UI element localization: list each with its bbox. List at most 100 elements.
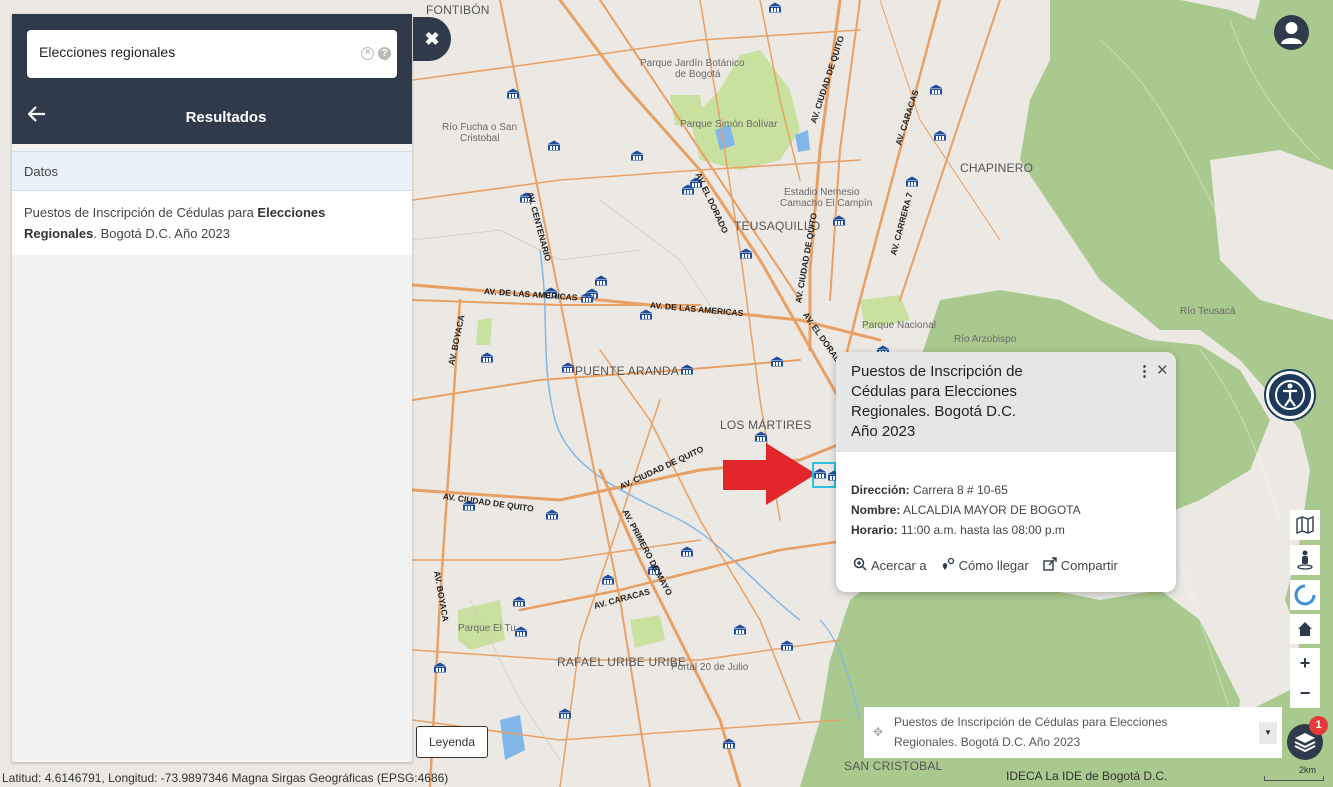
field-label: Dirección: bbox=[851, 483, 910, 497]
polling-station-icon[interactable] bbox=[594, 275, 608, 287]
polling-station-icon[interactable] bbox=[739, 248, 753, 260]
place-label: Cristobal bbox=[460, 133, 500, 144]
place-label: Parque El Tu bbox=[458, 623, 516, 634]
directions-button[interactable]: Cómo llegar bbox=[941, 557, 1029, 574]
active-layer-label: Puestos de Inscripción de Cédulas para E… bbox=[894, 715, 1168, 749]
place-label: Parque Simón Bolívar bbox=[680, 119, 778, 130]
polling-station-icon[interactable] bbox=[545, 509, 559, 521]
popup-header: Puestos de Inscripción de Cédulas para E… bbox=[836, 352, 1176, 452]
home-icon[interactable] bbox=[1290, 614, 1320, 644]
polling-station-icon[interactable] bbox=[680, 546, 694, 558]
zoom-to-button[interactable]: Acercar a bbox=[853, 557, 927, 574]
attribution-text: IDECA La IDE de Bogotá D.C. bbox=[1006, 769, 1168, 783]
field-label: Nombre: bbox=[851, 503, 901, 517]
polling-station-icon[interactable] bbox=[754, 431, 768, 443]
result-item[interactable]: Puestos de Inscripción de Cédulas para E… bbox=[12, 191, 412, 255]
polling-station-icon[interactable] bbox=[905, 176, 919, 188]
district-label-san-cristobal: SAN CRISTOBAL bbox=[844, 759, 943, 773]
basemap-map-icon[interactable] bbox=[1290, 510, 1320, 540]
place-label: Río Fucha o San bbox=[442, 122, 518, 133]
polling-station-icon[interactable] bbox=[480, 352, 494, 364]
polling-station-icon[interactable] bbox=[630, 150, 644, 162]
share-button[interactable]: Compartir bbox=[1043, 557, 1118, 574]
directions-icon bbox=[941, 557, 955, 574]
panel-header: × ? Resultados bbox=[12, 14, 412, 144]
district-label-rafael-uribe: RAFAEL URIBE URIBE bbox=[557, 655, 687, 669]
street-view-icon[interactable] bbox=[1290, 545, 1320, 575]
location-loading-icon[interactable] bbox=[1290, 580, 1320, 610]
coordinates-readout: Latitud: 4.6146791, Longitud: -73.989734… bbox=[2, 771, 449, 785]
popup-title: Puestos de Inscripción de Cédulas para E… bbox=[851, 363, 1023, 440]
search-box: × ? bbox=[27, 30, 397, 78]
polling-station-icon[interactable] bbox=[506, 88, 520, 100]
polling-station-icon[interactable] bbox=[933, 130, 947, 142]
field-value: ALCALDIA MAYOR DE BOGOTA bbox=[903, 503, 1081, 517]
polling-station-icon[interactable] bbox=[547, 140, 561, 152]
popup-actions: Acercar a Cómo llegar Compartir bbox=[853, 557, 1118, 574]
legend-button[interactable]: Leyenda bbox=[416, 726, 488, 758]
polling-station-icon[interactable] bbox=[768, 2, 782, 14]
polling-station-icon[interactable] bbox=[832, 215, 846, 227]
polling-station-icon[interactable] bbox=[558, 708, 572, 720]
polling-station-icon[interactable] bbox=[561, 362, 575, 374]
results-list: Datos Puestos de Inscripción de Cédulas … bbox=[12, 151, 412, 255]
place-label: Portal 20 de Julio bbox=[671, 662, 749, 673]
result-text-suffix: . Bogotá D.C. Año 2023 bbox=[93, 226, 230, 241]
polling-station-icon[interactable] bbox=[929, 84, 943, 96]
district-label-los-martires: LOS MÁRTIRES bbox=[720, 418, 812, 432]
close-icon[interactable]: ✕ bbox=[1156, 361, 1169, 379]
scale-label: 2km bbox=[1299, 765, 1317, 775]
results-panel: × ? Resultados Datos Puestos de Inscripc… bbox=[12, 14, 412, 762]
district-label-fontibon: FONTIBÓN bbox=[426, 3, 490, 17]
layers-count-badge: 1 bbox=[1309, 716, 1328, 735]
active-layer-selector[interactable]: ✥ Puestos de Inscripción de Cédulas para… bbox=[864, 707, 1282, 758]
field-label: Horario: bbox=[851, 523, 898, 537]
popup-field-horario: Horario: 11:00 a.m. hasta las 08:00 p.m bbox=[851, 520, 1161, 540]
dropdown-caret-icon[interactable]: ▼ bbox=[1259, 722, 1277, 744]
polling-station-icon[interactable] bbox=[512, 596, 526, 608]
district-label-puente-aranda: PUENTE ARANDA bbox=[575, 364, 679, 378]
results-title: Resultados bbox=[185, 109, 267, 126]
popup-field-direccion: Dirección: Carrera 8 # 10-65 bbox=[851, 480, 1161, 500]
polling-station-icon[interactable] bbox=[514, 626, 528, 638]
directions-label: Cómo llegar bbox=[958, 558, 1029, 573]
clear-search-icon[interactable]: × bbox=[361, 47, 374, 60]
share-label: Compartir bbox=[1060, 558, 1118, 573]
move-handle-icon[interactable]: ✥ bbox=[873, 722, 883, 742]
polling-station-icon[interactable] bbox=[601, 574, 615, 586]
popup-body: Dirección: Carrera 8 # 10-65 Nombre: ALC… bbox=[836, 452, 1176, 540]
zoom-in-icon bbox=[853, 557, 867, 574]
feature-popup: Puestos de Inscripción de Cédulas para E… bbox=[836, 352, 1176, 592]
polling-station-icon[interactable] bbox=[780, 640, 794, 652]
polling-station-icon[interactable] bbox=[680, 364, 694, 376]
field-value: Carrera 8 # 10-65 bbox=[913, 483, 1008, 497]
search-input[interactable] bbox=[39, 44, 349, 60]
place-label: Río Arzobispo bbox=[954, 334, 1017, 345]
zoom-in-button[interactable]: + bbox=[1290, 648, 1320, 678]
help-icon[interactable]: ? bbox=[378, 47, 391, 60]
zoom-out-button[interactable]: − bbox=[1290, 678, 1320, 708]
place-label: Parque Jardín Botánico bbox=[640, 58, 745, 69]
place-label: de Bogotá bbox=[675, 69, 721, 80]
place-label: Estadio Nemesio bbox=[784, 187, 860, 198]
polling-station-icon[interactable] bbox=[770, 356, 784, 368]
polling-station-icon[interactable] bbox=[433, 662, 447, 674]
accessibility-icon[interactable] bbox=[1266, 371, 1314, 419]
scale-bar bbox=[1264, 776, 1324, 781]
data-section-header: Datos bbox=[12, 151, 412, 191]
polling-station-icon[interactable] bbox=[580, 292, 594, 304]
polling-station-icon[interactable] bbox=[733, 624, 747, 636]
polling-station-icon[interactable] bbox=[722, 738, 736, 750]
place-label: Parque Nacional bbox=[862, 320, 936, 331]
polling-station-icon[interactable] bbox=[639, 309, 653, 321]
district-label-chapinero: CHAPINERO bbox=[960, 161, 1034, 175]
more-options-icon[interactable]: ⋮ bbox=[1137, 362, 1152, 380]
polling-station-icon[interactable] bbox=[813, 468, 827, 480]
user-account-icon[interactable] bbox=[1274, 15, 1309, 50]
popup-field-nombre: Nombre: ALCALDIA MAYOR DE BOGOTA bbox=[851, 500, 1161, 520]
share-icon bbox=[1043, 557, 1057, 574]
place-label: Río Teusacá bbox=[1180, 306, 1236, 317]
zoom-to-label: Acercar a bbox=[871, 558, 927, 573]
field-value: 11:00 a.m. hasta las 08:00 p.m bbox=[901, 523, 1065, 537]
place-label: Camacho El Campín bbox=[780, 198, 873, 209]
